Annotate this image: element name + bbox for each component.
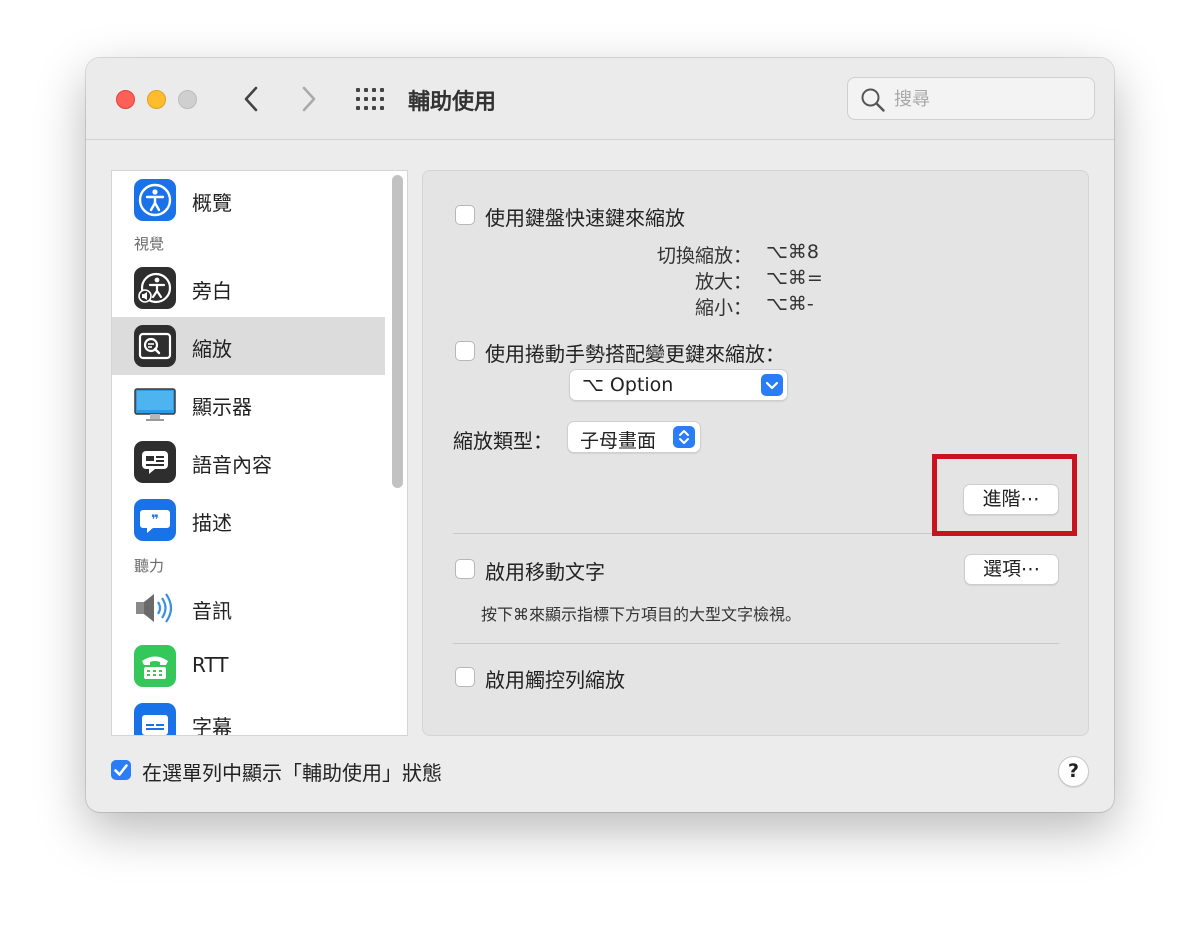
window-title: 輔助使用	[408, 90, 497, 115]
sidebar-item-audio[interactable]: 音訊	[112, 579, 385, 637]
keyboard-shortcuts-label: 使用鍵盤快速鍵來縮放	[485, 206, 685, 230]
chevron-down-icon	[761, 374, 783, 396]
up-down-chevron-icon	[673, 426, 695, 448]
shortcut-zoom-in-keys: ⌥⌘=	[766, 267, 823, 289]
shortcut-zoom-in-name: 放大：	[694, 271, 752, 293]
search-field[interactable]	[847, 77, 1095, 120]
checkmark-icon	[114, 764, 128, 776]
zoom-window-button[interactable]	[178, 90, 197, 109]
shortcut-toggle-name: 切換縮放：	[656, 245, 752, 267]
help-button[interactable]: ?	[1058, 756, 1089, 787]
zoom-settings-panel: 使用鍵盤快速鍵來縮放 切換縮放： ⌥⌘8 放大： ⌥⌘= 縮小： ⌥⌘- 使用捲…	[422, 170, 1089, 736]
shortcut-zoom-out-keys: ⌥⌘-	[766, 293, 814, 315]
spoken-content-icon	[134, 441, 176, 483]
show-all-grid-icon[interactable]	[356, 88, 384, 110]
modifier-key-popup[interactable]: ⌥ Option	[569, 369, 788, 401]
sidebar-item-label: 概覽	[192, 191, 232, 215]
chevron-left-icon	[244, 86, 258, 112]
sidebar-scrollbar[interactable]	[392, 175, 403, 488]
sidebar-item-label: 旁白	[192, 279, 232, 303]
section-vision: 視覺	[134, 235, 165, 253]
minimize-button[interactable]	[147, 90, 166, 109]
sidebar-item-descriptions[interactable]: ❞ 描述	[112, 491, 385, 549]
shortcut-toggle-keys: ⌥⌘8	[766, 241, 819, 263]
rtt-icon	[134, 645, 176, 687]
section-hearing: 聽力	[134, 557, 165, 575]
shortcut-zoom-out-name: 縮小：	[694, 297, 752, 319]
zoom-style-label: 縮放類型：	[453, 429, 553, 453]
accessibility-icon	[134, 179, 176, 221]
hover-text-hint: 按下⌘來顯示指標下方項目的大型文字檢視。	[481, 605, 802, 624]
audio-icon	[134, 587, 176, 629]
captions-icon	[134, 703, 176, 735]
touch-bar-zoom-checkbox[interactable]	[455, 667, 475, 687]
sidebar-item-voiceover[interactable]: 旁白	[112, 259, 385, 317]
sidebar-item-label: 顯示器	[192, 395, 252, 419]
voiceover-icon	[134, 267, 176, 309]
descriptions-icon: ❞	[134, 499, 176, 541]
chevron-right-icon	[302, 86, 316, 112]
sidebar-item-zoom[interactable]: 縮放	[112, 317, 385, 375]
sidebar-item-rtt[interactable]: RTT	[112, 637, 385, 695]
zoom-style-value: 子母畫面	[580, 430, 657, 452]
close-button[interactable]	[116, 90, 135, 109]
show-status-checkbox[interactable]	[111, 760, 131, 780]
hover-text-label: 啟用移動文字	[485, 560, 605, 584]
forward-button[interactable]	[294, 82, 324, 116]
sidebar-item-label: 字幕	[192, 715, 232, 736]
show-status-label: 在選單列中顯示「輔助使用」狀態	[142, 761, 442, 785]
options-button[interactable]: 選項⋯	[964, 554, 1059, 585]
scroll-gesture-label: 使用捲動手勢搭配變更鍵來縮放：	[485, 342, 785, 366]
svg-text:❞: ❞	[151, 513, 159, 528]
sidebar-item-label: 描述	[192, 511, 232, 535]
sidebar-item-label: RTT	[192, 653, 229, 677]
section-divider	[453, 643, 1059, 644]
preferences-window: 輔助使用 概覽 視覺	[86, 58, 1114, 812]
touch-bar-zoom-label: 啟用觸控列縮放	[485, 668, 625, 692]
sidebar-item-label: 語音內容	[192, 453, 272, 477]
keyboard-shortcuts-checkbox[interactable]	[455, 205, 475, 225]
sidebar-list[interactable]: 概覽 視覺 旁白 縮放 顯示器 語音內容 ❞ 描述 聽力 音訊 RTT 字幕	[111, 170, 408, 736]
title-bar: 輔助使用	[86, 58, 1114, 140]
sidebar-item-spoken-content[interactable]: 語音內容	[112, 433, 385, 491]
sidebar-item-captions[interactable]: 字幕	[112, 695, 385, 736]
zoom-icon	[134, 325, 176, 367]
sidebar-item-display[interactable]: 顯示器	[112, 375, 385, 433]
display-icon	[134, 383, 176, 425]
sidebar-item-overview[interactable]: 概覽	[112, 171, 385, 229]
sidebar-item-label: 縮放	[192, 337, 232, 361]
search-icon	[861, 88, 885, 112]
modifier-key-value: ⌥ Option	[582, 374, 674, 396]
sidebar-item-label: 音訊	[192, 599, 232, 623]
zoom-style-popup[interactable]: 子母畫面	[567, 421, 701, 453]
hover-text-checkbox[interactable]	[455, 559, 475, 579]
back-button[interactable]	[236, 82, 266, 116]
scroll-gesture-checkbox[interactable]	[455, 341, 475, 361]
search-input[interactable]	[894, 85, 1084, 113]
annotation-highlight	[932, 454, 1077, 536]
